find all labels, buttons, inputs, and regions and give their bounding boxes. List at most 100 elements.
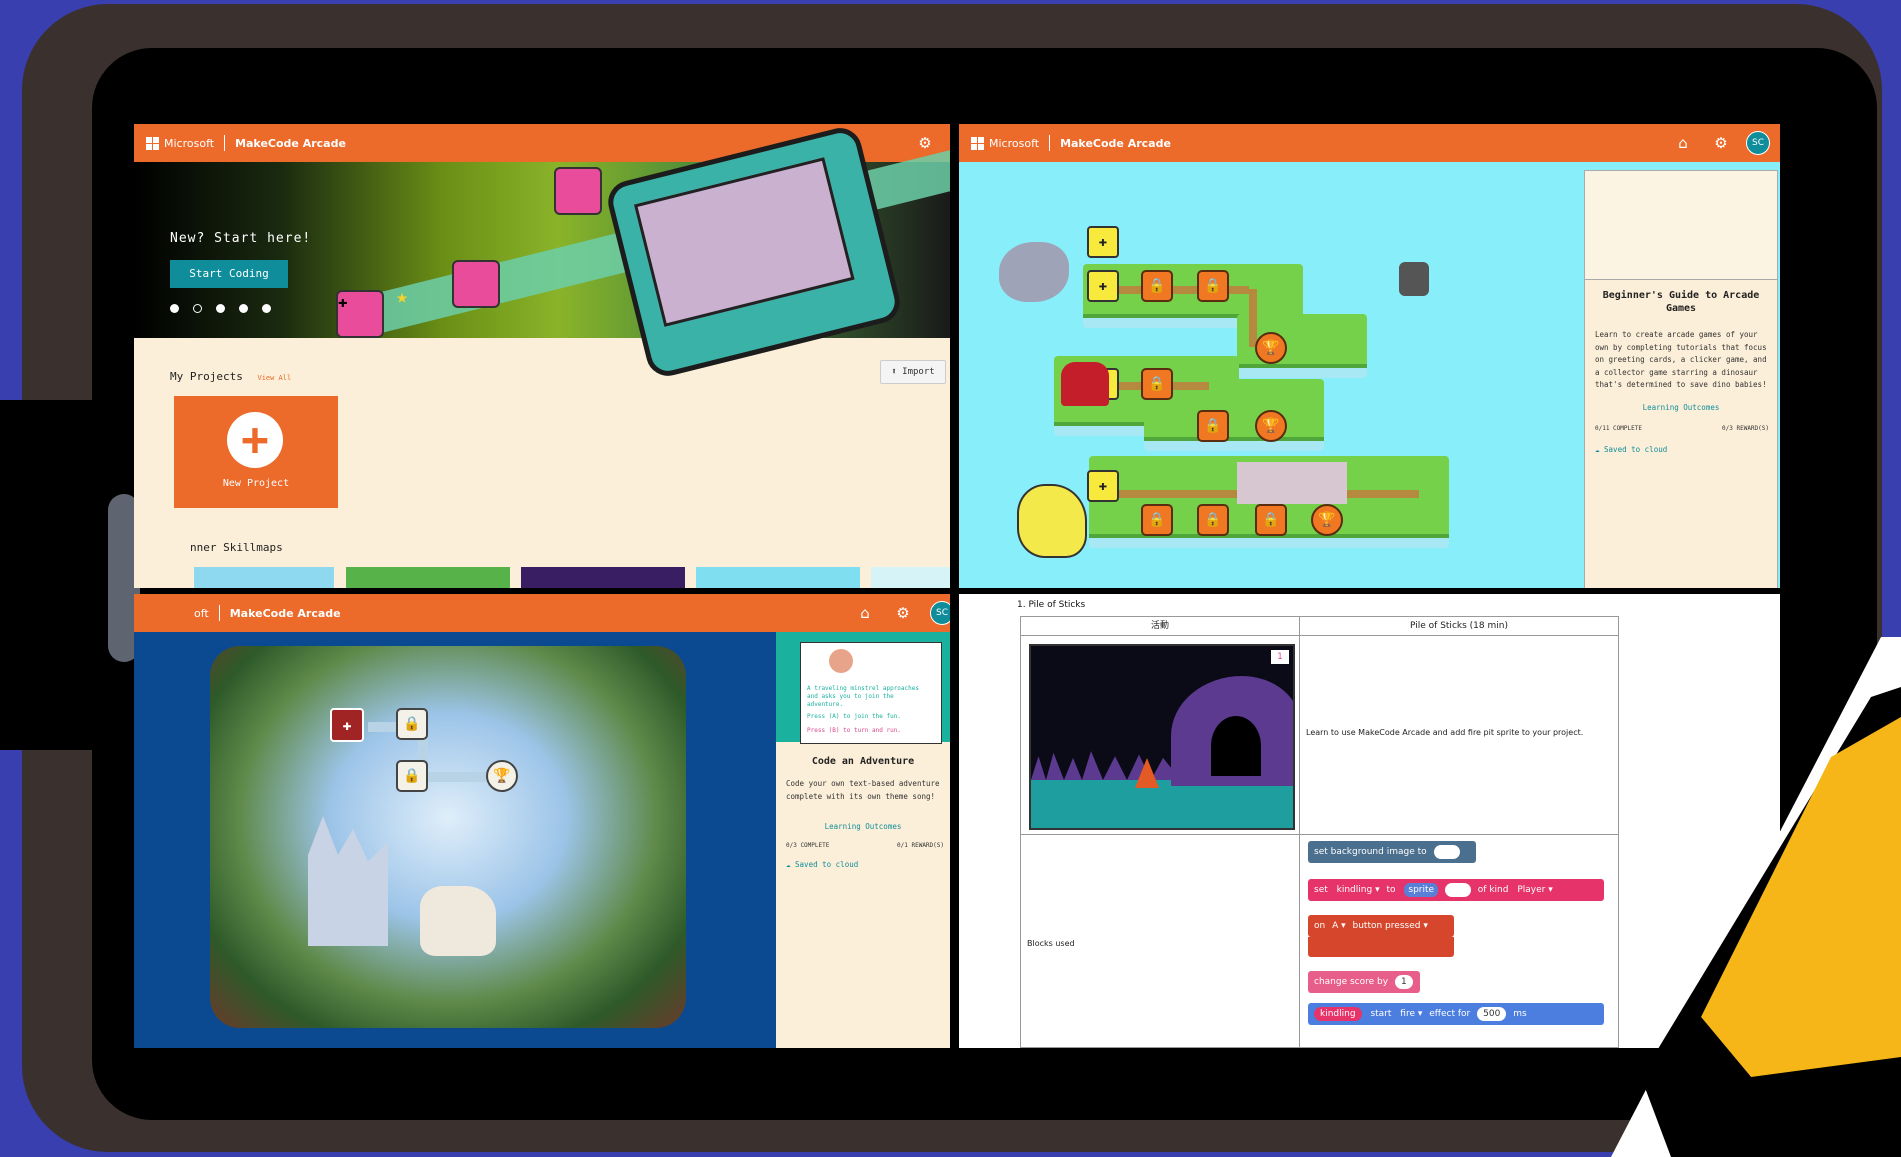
hero-text: New? Start here! (170, 231, 312, 246)
duration-value[interactable]: 500 (1477, 1007, 1507, 1021)
cloud-icon: ☁ (1595, 445, 1600, 454)
kind-dropdown[interactable]: Player (1517, 885, 1545, 895)
change-score-block[interactable]: change score by 1 (1308, 971, 1420, 993)
mailbox-icon (1399, 262, 1429, 296)
block-text: change score by (1314, 977, 1389, 987)
skillmap-thumbnails (194, 567, 950, 588)
new-project-label: New Project (222, 478, 290, 489)
adventure-map-artwork (210, 646, 686, 1028)
carousel-dot-1[interactable] (170, 304, 179, 313)
hero-banner: ✚ ★ New? Start here! Start Coding (134, 124, 950, 381)
app-title[interactable]: MakeCode Arcade (235, 137, 346, 150)
event-block-body (1308, 937, 1454, 957)
score-value[interactable]: 1 (1394, 975, 1413, 989)
user-avatar[interactable]: SC (1746, 131, 1770, 155)
new-project-card[interactable]: + New Project (174, 396, 338, 508)
skillmap-panel: Microsoft MakeCode Arcade ⌂ ⚙ SC ✚ ✚ 🔒 🔒… (959, 124, 1780, 588)
skillmap-thumb-1[interactable] (194, 567, 334, 588)
microsoft-logo-icon (971, 136, 984, 150)
worksheet-heading: 1. Pile of Sticks (1017, 600, 1086, 610)
map-lock-node-2[interactable]: 🔒 (1197, 270, 1229, 302)
skillmap-thumb-4[interactable] (696, 567, 860, 588)
learning-outcomes-link[interactable]: Learning Outcomes (776, 822, 950, 831)
adventure-start-node[interactable]: ✚ (330, 708, 364, 742)
map-trophy-node-2[interactable]: 🏆 (1255, 410, 1287, 442)
carousel-dot-2[interactable] (193, 304, 202, 313)
map-lock-node-7[interactable]: 🔒 (1255, 504, 1287, 536)
title-separator (1049, 135, 1051, 151)
card-title: Code an Adventure (811, 756, 915, 767)
settings-gear-icon[interactable]: ⚙ (916, 134, 934, 152)
castle-icon (1237, 462, 1347, 504)
projects-heading: My Projects View All (170, 370, 291, 383)
plus-icon: + (227, 412, 283, 468)
carousel-dot-5[interactable] (262, 304, 271, 313)
carousel-dot-3[interactable] (216, 304, 225, 313)
on-button-pressed-block[interactable]: on A ▾ button pressed ▾ (1308, 915, 1454, 937)
adventure-lock-node-2[interactable]: 🔒 (396, 760, 428, 792)
skillmap-thumb-3[interactable] (521, 567, 685, 588)
map-start-node-2[interactable]: ✚ (1087, 270, 1119, 302)
map-lock-node-3[interactable]: 🔒 (1141, 368, 1173, 400)
map-lock-node-4[interactable]: 🔒 (1197, 410, 1229, 442)
game-screen: 1 (1029, 644, 1295, 830)
home-panel: Microsoft MakeCode Arcade ⚙ ✚ ★ New? Sta… (134, 124, 950, 588)
banner-puzzle-tile-3 (554, 167, 602, 215)
map-lock-node-5[interactable]: 🔒 (1141, 504, 1173, 536)
map-start-node-4[interactable]: ✚ (1087, 470, 1119, 502)
map-lock-node-1[interactable]: 🔒 (1141, 270, 1173, 302)
carousel-dot-4[interactable] (239, 304, 248, 313)
adventure-lock-node-1[interactable]: 🔒 (396, 708, 428, 740)
view-all-link[interactable]: View All (257, 374, 291, 382)
block-text: button pressed (1352, 921, 1421, 931)
header-activity-text: 活動 (1150, 621, 1169, 631)
preview-text-2: Press (A) to join the fun. (807, 713, 901, 720)
table-header-task: Pile of Sticks (18 min) (1299, 616, 1619, 636)
map-start-node-1[interactable]: ✚ (1087, 226, 1119, 258)
variable-dropdown[interactable]: kindling (1314, 1007, 1362, 1021)
castle-icon (308, 816, 388, 946)
button-dropdown[interactable]: A (1332, 921, 1338, 931)
map-trophy-node-3[interactable]: 🏆 (1311, 504, 1343, 536)
microsoft-label: Microsoft (164, 136, 215, 150)
app-title[interactable]: MakeCode Arcade (1060, 137, 1171, 150)
block-text: to (1386, 885, 1396, 895)
skillmap-thumb-5[interactable] (871, 567, 950, 588)
card-title: Beginner's Guide to Arcade Games (1602, 290, 1760, 314)
microsoft-label-partial: oft (194, 606, 209, 620)
settings-gear-icon[interactable]: ⚙ (894, 604, 912, 622)
block-text: ms (1513, 1009, 1527, 1019)
card-illustration (1585, 171, 1777, 280)
home-icon[interactable]: ⌂ (1674, 134, 1692, 152)
rewards-count: 0/3 REWARD(S) (1722, 425, 1769, 432)
settings-gear-icon[interactable]: ⚙ (1712, 134, 1730, 152)
adventure-trophy-node[interactable]: 🏆 (486, 760, 518, 792)
image-picker[interactable] (1433, 845, 1460, 859)
start-effect-block[interactable]: kindling start fire ▾ effect for 500 ms (1308, 1003, 1604, 1025)
projects-title: My Projects (170, 370, 243, 383)
game-cave (1171, 676, 1293, 786)
map-trophy-node-1[interactable]: 🏆 (1255, 332, 1287, 364)
table-cell-blocks: set background image to set kindling ▾ t… (1299, 834, 1619, 1048)
screen-area: Microsoft MakeCode Arcade ⚙ ✚ ★ New? Sta… (134, 124, 1780, 1048)
map-lock-node-6[interactable]: 🔒 (1197, 504, 1229, 536)
set-sprite-block[interactable]: set kindling ▾ to sprite of kind Player … (1308, 879, 1604, 901)
block-text: set background image to (1314, 847, 1427, 857)
skillmap-thumb-2[interactable] (346, 567, 510, 588)
learning-outcomes-link[interactable]: Learning Outcomes (1585, 403, 1777, 412)
variable-dropdown[interactable]: kindling (1337, 885, 1373, 895)
user-avatar[interactable]: SC (930, 601, 950, 625)
set-background-block[interactable]: set background image to (1308, 841, 1476, 863)
start-coding-button[interactable]: Start Coding (170, 260, 288, 288)
pencil-decoration (1611, 637, 1901, 1157)
import-button[interactable]: ⬆ Import (880, 360, 946, 384)
app-title[interactable]: MakeCode Arcade (230, 607, 341, 620)
dinosaur-icon (1017, 484, 1087, 558)
adventure-topbar: oft MakeCode Arcade ⌂ ⚙ SC (134, 594, 950, 632)
adventure-info-card: A traveling minstrel approaches and asks… (776, 632, 950, 1048)
preview-screen: A traveling minstrel approaches and asks… (800, 642, 942, 744)
effect-dropdown[interactable]: fire (1400, 1009, 1415, 1019)
home-icon[interactable]: ⌂ (856, 604, 874, 622)
game-score: 1 (1271, 650, 1289, 664)
sprite-image-picker[interactable] (1444, 883, 1471, 897)
